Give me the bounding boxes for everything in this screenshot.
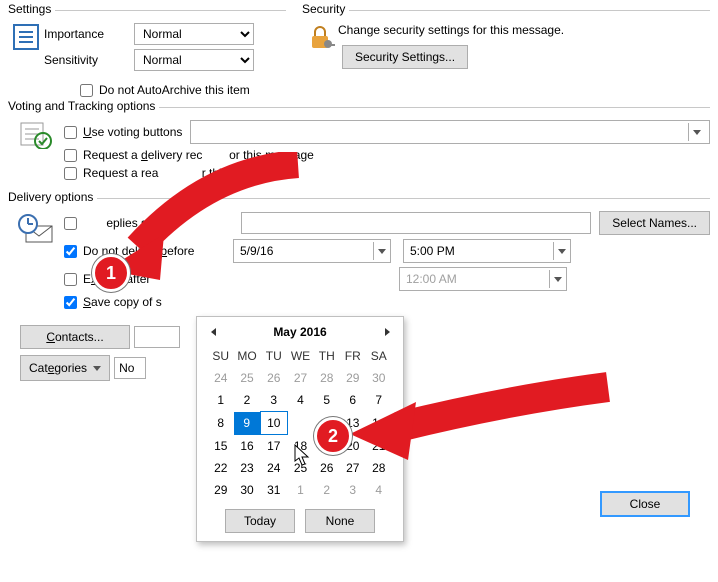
chevron-down-icon[interactable]	[549, 270, 566, 288]
calendar-day[interactable]: 16	[234, 435, 261, 458]
calendar-day[interactable]: 21	[366, 435, 392, 458]
calendar-day[interactable]: 9	[234, 412, 261, 435]
calendar-day[interactable]: 30	[366, 367, 392, 389]
request-read-checkbox[interactable]	[64, 167, 77, 180]
chevron-down-icon[interactable]	[553, 242, 570, 260]
calendar-day-header: TU	[260, 345, 287, 367]
security-settings-button[interactable]: Security Settings...	[342, 45, 468, 69]
calendar-day[interactable]: 22	[208, 457, 234, 479]
properties-icon	[8, 19, 44, 55]
security-group: Security Change security settings for th…	[302, 10, 710, 79]
calendar-today-button[interactable]: Today	[225, 509, 295, 533]
cursor-icon	[294, 444, 312, 471]
calendar-day[interactable]: 5	[314, 389, 340, 412]
calendar-day[interactable]: 30	[234, 479, 261, 501]
calendar-day[interactable]: 1	[287, 479, 314, 501]
contacts-input[interactable]	[134, 326, 180, 348]
calendar-day[interactable]: 29	[340, 367, 366, 389]
deliver-before-checkbox[interactable]	[64, 245, 77, 258]
select-names-button[interactable]: Select Names...	[599, 211, 710, 235]
calendar-day[interactable]: 23	[234, 457, 261, 479]
sensitivity-label: Sensitivity	[44, 53, 134, 67]
replies-to-checkbox[interactable]	[64, 217, 77, 230]
calendar-day-header: FR	[340, 345, 366, 367]
autoarchive-checkbox[interactable]	[80, 84, 93, 97]
autoarchive-label: Do not AutoArchive this item	[99, 83, 250, 97]
lock-icon	[302, 19, 338, 55]
calendar-day[interactable]: 3	[260, 389, 287, 412]
calendar-day-header: SU	[208, 345, 234, 367]
calendar-title: May 2016	[273, 325, 326, 339]
categories-input[interactable]	[114, 357, 146, 379]
request-delivery-label: Request a delivery rec or this message	[83, 148, 314, 162]
calendar-day[interactable]: 24	[208, 367, 234, 389]
calendar-popup: May 2016 SUMOTUWETHFRSA 2425262728293012…	[196, 316, 404, 542]
calendar-day[interactable]: 6	[340, 389, 366, 412]
deliver-before-date[interactable]: 5/9/16	[233, 239, 391, 263]
deliver-before-time[interactable]: 5:00 PM	[403, 239, 571, 263]
settings-group: Settings Importance Normal Sensitivity N…	[8, 10, 286, 79]
calendar-day[interactable]: 27	[287, 367, 314, 389]
calendar-day[interactable]: 17	[260, 435, 287, 458]
calendar-day[interactable]: 14	[366, 412, 392, 435]
voting-buttons-combo[interactable]	[190, 120, 710, 144]
save-copy-checkbox[interactable]	[64, 296, 77, 309]
calendar-day[interactable]: 24	[260, 457, 287, 479]
request-read-label: Request a rea r this message	[83, 166, 280, 180]
use-voting-label: UUse voting buttonsse voting buttons	[83, 125, 182, 139]
expires-after-checkbox[interactable]	[64, 273, 77, 286]
voting-legend: Voting and Tracking options	[8, 99, 159, 113]
calendar-day[interactable]: 26	[314, 457, 340, 479]
sensitivity-select[interactable]: Normal	[134, 49, 254, 71]
replies-to-label: eplies sent to	[83, 216, 233, 230]
calendar-day	[287, 412, 314, 435]
security-legend: Security	[302, 2, 349, 16]
close-button[interactable]: Close	[600, 491, 690, 517]
use-voting-checkbox[interactable]	[64, 126, 77, 139]
chevron-down-icon	[93, 366, 101, 371]
calendar-day[interactable]: 26	[260, 367, 287, 389]
calendar-none-button[interactable]: None	[305, 509, 375, 533]
calendar-day[interactable]: 28	[366, 457, 392, 479]
calendar-day-header: TH	[314, 345, 340, 367]
calendar-day[interactable]: 4	[287, 389, 314, 412]
annotation-badge-1: 1	[92, 254, 130, 292]
calendar-day[interactable]: 2	[234, 389, 261, 412]
replies-to-input[interactable]	[241, 212, 591, 234]
calendar-day[interactable]: 25	[234, 367, 261, 389]
delivery-legend: Delivery options	[8, 190, 97, 204]
scheduled-delivery-icon	[8, 207, 64, 251]
categories-button[interactable]: Categories	[20, 355, 110, 381]
importance-select[interactable]: Normal	[134, 23, 254, 45]
calendar-grid: SUMOTUWETHFRSA 2425262728293012345678910…	[208, 345, 393, 501]
calendar-day[interactable]: 3	[340, 479, 366, 501]
calendar-day-header: WE	[287, 345, 314, 367]
calendar-day[interactable]: 4	[366, 479, 392, 501]
calendar-day[interactable]: 8	[208, 412, 234, 435]
calendar-day[interactable]: 28	[314, 367, 340, 389]
calendar-day[interactable]: 15	[208, 435, 234, 458]
contacts-button[interactable]: Contacts...	[20, 325, 130, 349]
calendar-day[interactable]: 10	[260, 412, 287, 435]
expires-after-time[interactable]: 12:00 AM	[399, 267, 567, 291]
calendar-day-header: SA	[366, 345, 392, 367]
calendar-day[interactable]: 1	[208, 389, 234, 412]
calendar-day-header: MO	[234, 345, 261, 367]
calendar-prev-button[interactable]	[203, 328, 223, 336]
calendar-day[interactable]: 2	[314, 479, 340, 501]
voting-group: Voting and Tracking options UUse voting …	[8, 107, 710, 188]
calendar-next-button[interactable]	[377, 328, 397, 336]
importance-label: Importance	[44, 27, 134, 41]
save-copy-label: Save copy of s	[83, 295, 162, 309]
chevron-down-icon[interactable]	[373, 242, 390, 260]
annotation-badge-2: 2	[314, 417, 352, 455]
calendar-day[interactable]: 29	[208, 479, 234, 501]
calendar-day[interactable]: 7	[366, 389, 392, 412]
security-desc: Change security settings for this messag…	[338, 19, 710, 45]
calendar-day[interactable]: 27	[340, 457, 366, 479]
request-delivery-checkbox[interactable]	[64, 149, 77, 162]
checklist-icon	[8, 116, 64, 152]
calendar-day[interactable]: 31	[260, 479, 287, 501]
settings-legend: Settings	[8, 2, 55, 16]
